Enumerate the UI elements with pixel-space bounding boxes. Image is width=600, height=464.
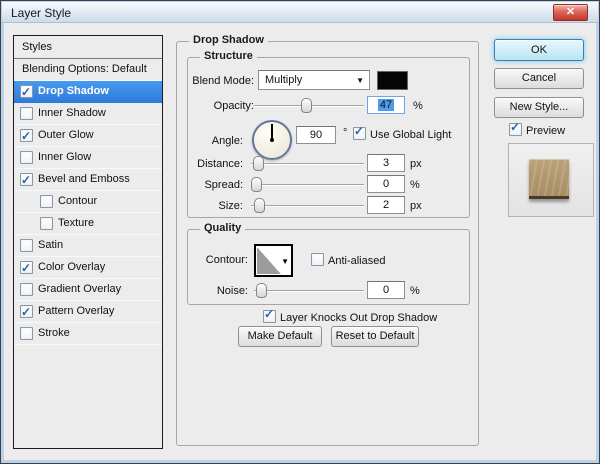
check-icon: ✓ [354,124,365,138]
preview-checkbox[interactable]: ✓ [509,120,522,136]
opacity-slider-thumb[interactable] [301,98,312,113]
quality-group-title: Quality [200,222,246,234]
angle-center-dot [270,138,274,142]
contour-picker[interactable]: ▼ [254,244,293,277]
cancel-button[interactable]: Cancel [494,68,584,89]
window-title: Layer Style [11,6,72,20]
preview-panel [508,143,594,217]
check-icon: ✓ [21,85,32,99]
distance-label: Distance: [197,158,243,170]
checkbox[interactable]: ✓ [20,173,33,187]
distance-slider[interactable] [251,156,364,171]
styles-list: Styles Blending Options: Default ✓ Drop … [13,35,163,449]
preview-thumbnail [529,159,569,199]
opacity-slider[interactable] [254,98,364,113]
checkbox[interactable]: ✓ [20,129,33,143]
checkbox[interactable] [40,217,53,230]
layer-knocks-out-checkbox[interactable]: ✓ [263,307,276,323]
sidebar-item-drop-shadow[interactable]: ✓ Drop Shadow [14,81,162,103]
dropdown-arrow-icon: ▼ [356,76,364,85]
blend-mode-select[interactable]: Multiply ▼ [258,70,370,90]
spread-slider-thumb[interactable] [251,177,262,192]
size-input[interactable]: 2 [367,196,405,214]
sidebar-item-bevel-and-emboss[interactable]: ✓ Bevel and Emboss [14,169,162,191]
size-slider-thumb[interactable] [254,198,265,213]
preview-label: Preview [526,125,566,137]
spread-label: Spread: [204,179,243,191]
checkbox[interactable] [20,151,33,164]
blend-mode-label: Blend Mode: [192,75,254,87]
dialog-body: Styles Blending Options: Default ✓ Drop … [4,23,596,460]
check-icon: ✓ [21,129,32,143]
spread-slider[interactable] [251,177,364,192]
use-global-light-label: Use Global Light [370,129,452,141]
angle-dial[interactable] [252,120,292,160]
sidebar-item-texture[interactable]: Texture [14,213,162,235]
sidebar-item-inner-shadow[interactable]: Inner Shadow [14,103,162,125]
noise-input[interactable]: 0 [367,281,405,299]
make-default-button[interactable]: Make Default [238,326,322,347]
spread-input[interactable]: 0 [367,175,405,193]
opacity-label: Opacity: [213,100,254,112]
distance-unit: px [410,158,422,170]
checkbox[interactable]: ✓ [20,305,33,319]
size-label: Size: [218,200,243,212]
spread-unit: % [410,179,420,191]
sidebar-item-stroke[interactable]: Stroke [14,323,162,345]
noise-label: Noise: [216,285,248,297]
sidebar-item-inner-glow[interactable]: Inner Glow [14,147,162,169]
check-icon: ✓ [21,173,32,187]
use-global-light-checkbox[interactable]: ✓ [353,124,366,140]
close-icon[interactable]: ✕ [553,4,588,21]
check-icon: ✓ [21,305,32,319]
dropdown-arrow-icon: ▼ [281,257,289,266]
sidebar-item-outer-glow[interactable]: ✓ Outer Glow [14,125,162,147]
size-slider[interactable] [251,198,364,213]
anti-aliased-checkbox[interactable] [311,253,324,266]
check-icon: ✓ [510,120,521,134]
ok-button[interactable]: OK [494,39,584,61]
angle-input[interactable]: 90 [296,126,336,144]
styles-list-header: Styles [14,36,162,59]
distance-slider-thumb[interactable] [253,156,264,171]
noise-unit: % [410,285,420,297]
checkbox[interactable] [20,327,33,340]
checkbox[interactable] [20,107,33,120]
checkbox[interactable] [20,239,33,252]
check-icon: ✓ [264,307,275,321]
checkbox[interactable] [40,195,53,208]
sidebar-item-gradient-overlay[interactable]: Gradient Overlay [14,279,162,301]
anti-aliased-label: Anti-aliased [328,255,386,267]
sidebar-item-blending-options[interactable]: Blending Options: Default [14,59,162,81]
distance-input[interactable]: 3 [367,154,405,172]
layer-style-dialog: Layer Style ✕ Styles Blending Options: D… [0,0,600,464]
angle-label: Angle: [211,135,243,147]
checkbox[interactable]: ✓ [20,85,33,99]
blend-mode-value: Multiply [265,74,303,86]
drop-shadow-group-title: Drop Shadow [189,34,268,46]
sidebar-item-contour[interactable]: Contour [14,191,162,213]
checkbox[interactable] [20,283,33,296]
shadow-color-swatch[interactable] [377,71,408,90]
new-style-button[interactable]: New Style... [494,97,584,118]
sidebar-item-color-overlay[interactable]: ✓ Color Overlay [14,257,162,279]
contour-label: Contour: [205,254,248,266]
check-icon: ✓ [21,261,32,275]
size-unit: px [410,200,422,212]
contour-thumbnail [257,247,281,274]
sidebar-item-satin[interactable]: Satin [14,235,162,257]
noise-slider[interactable] [254,283,364,298]
checkbox[interactable]: ✓ [20,261,33,275]
opacity-input[interactable]: 47 [367,96,405,114]
structure-group-title: Structure [200,50,257,62]
opacity-unit: % [413,100,423,112]
title-bar[interactable]: Layer Style ✕ [2,2,598,23]
reset-to-default-button[interactable]: Reset to Default [331,326,419,347]
noise-slider-thumb[interactable] [256,283,267,298]
layer-knocks-out-label: Layer Knocks Out Drop Shadow [280,312,438,324]
angle-unit: ° [343,127,348,139]
sidebar-item-pattern-overlay[interactable]: ✓ Pattern Overlay [14,301,162,323]
